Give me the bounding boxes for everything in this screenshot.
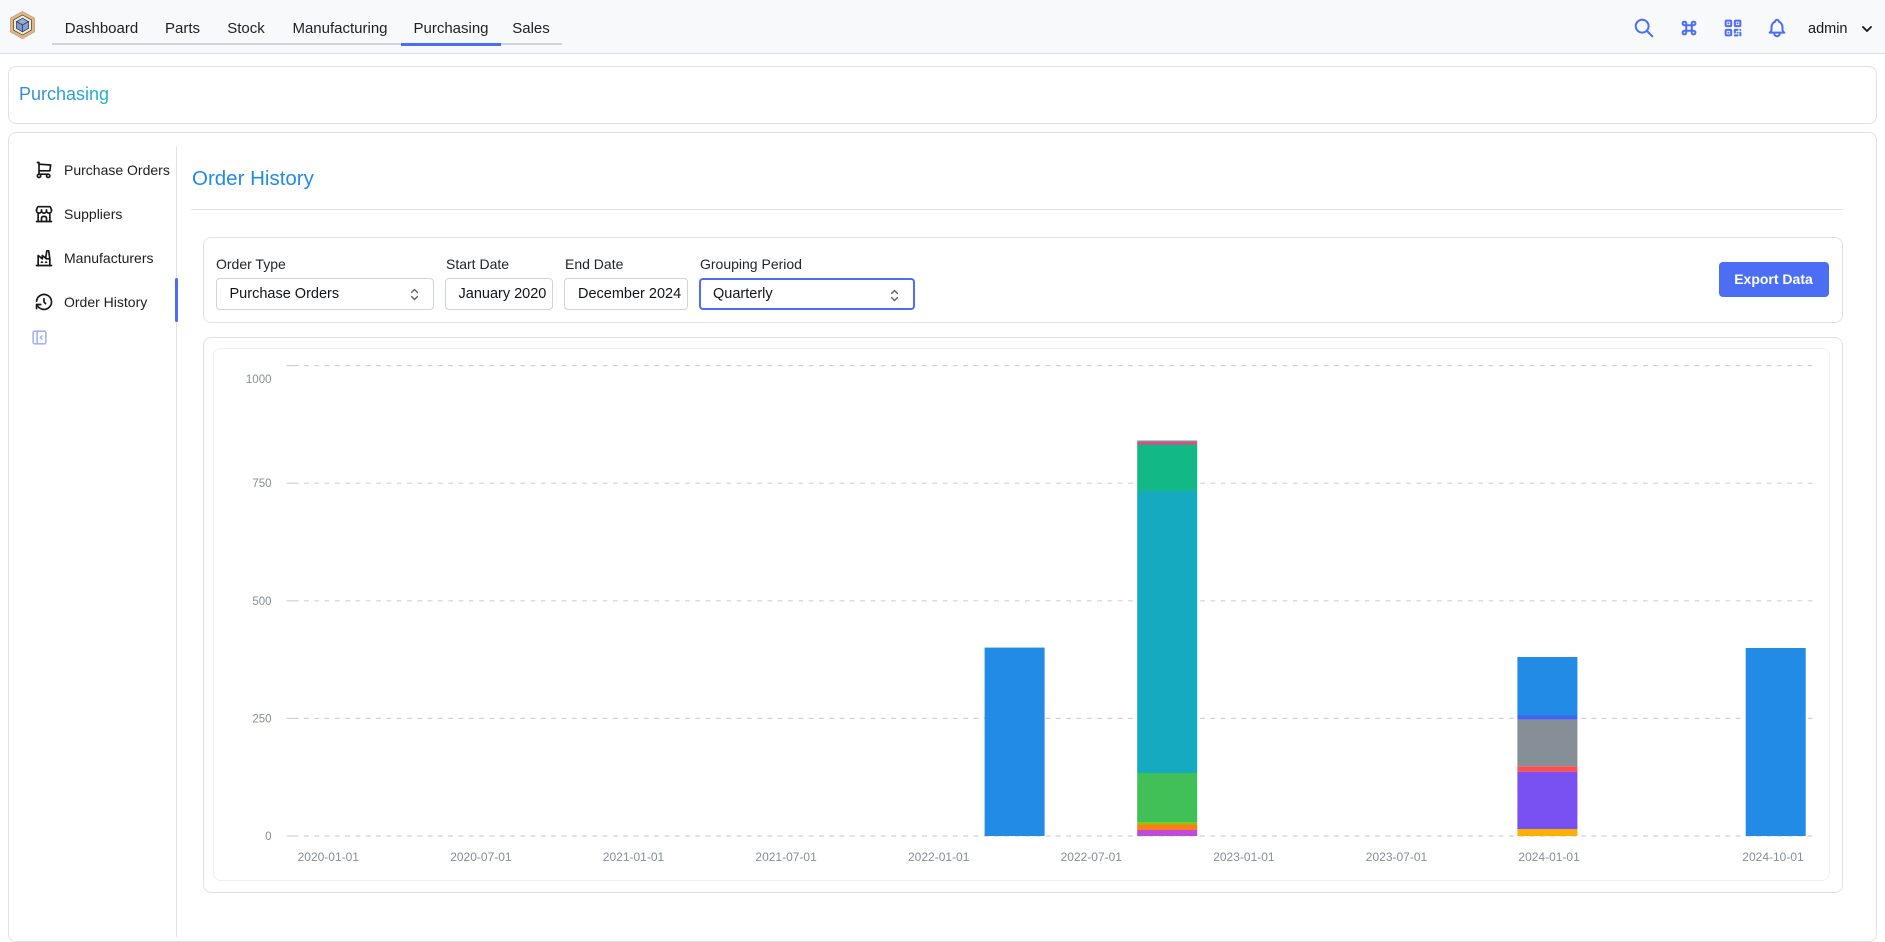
svg-text:2021-01-01: 2021-01-01 (602, 850, 664, 864)
svg-text:500: 500 (252, 596, 271, 608)
svg-text:2023-07-01: 2023-07-01 (1365, 850, 1427, 864)
svg-text:750: 750 (252, 478, 271, 490)
svg-text:2022-07-01: 2022-07-01 (1060, 850, 1122, 864)
svg-text:250: 250 (252, 713, 271, 725)
svg-text:2020-01-01: 2020-01-01 (297, 850, 359, 864)
svg-text:1000: 1000 (245, 374, 271, 386)
svg-text:2021-07-01: 2021-07-01 (755, 850, 817, 864)
svg-text:2020-07-01: 2020-07-01 (450, 850, 512, 864)
svg-text:0: 0 (265, 831, 271, 843)
svg-text:2024-10-01: 2024-10-01 (1742, 850, 1804, 864)
svg-text:2024-01-01: 2024-01-01 (1518, 850, 1580, 864)
svg-text:2022-01-01: 2022-01-01 (908, 850, 970, 864)
svg-text:2023-01-01: 2023-01-01 (1213, 850, 1275, 864)
